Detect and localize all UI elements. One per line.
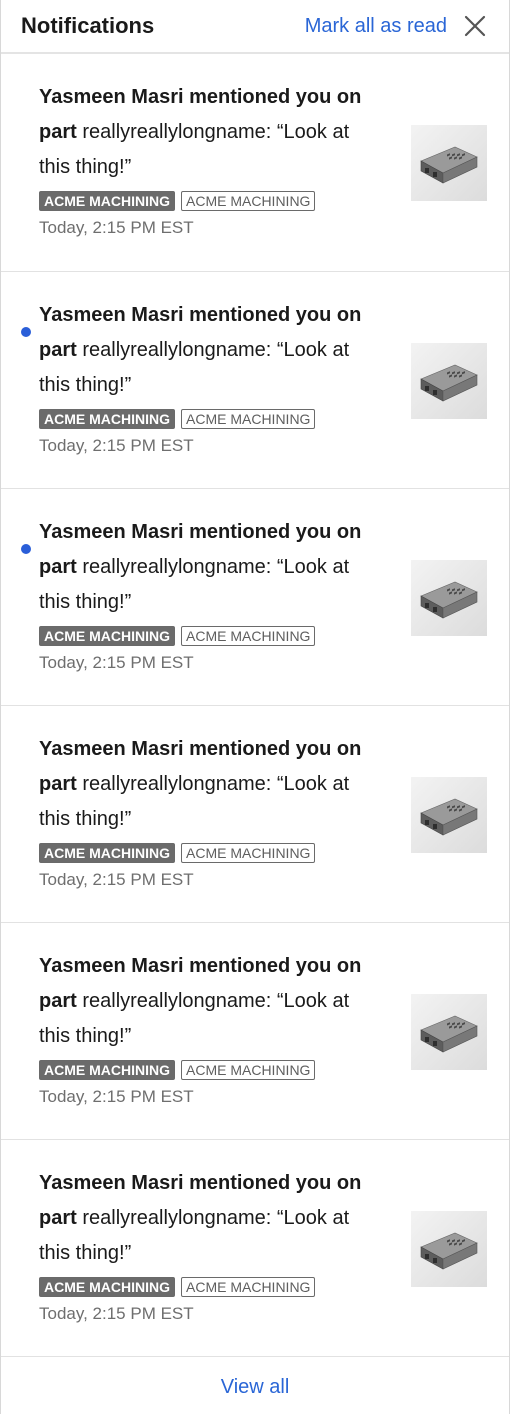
tag-badge: ACME MACHINING [181,626,316,646]
mark-all-as-read-button[interactable]: Mark all as read [305,15,447,38]
panel-title: Notifications [21,13,155,38]
notification-item[interactable]: Yasmeen Masri mentioned you on part real… [1,489,509,706]
notification-message: Yasmeen Masri mentioned you on part real… [39,298,384,403]
notification-actor-action: Yasmeen Masri mentioned you on [39,521,362,543]
notification-timestamp: Today, 2:15 PM EST [39,218,194,237]
tag-badge: ACME MACHINING [181,1277,316,1297]
tag-group: ACME MACHINING ACME MACHINING [39,1277,316,1297]
tag-group: ACME MACHINING ACME MACHINING [39,843,316,863]
tag-badge: ACME MACHINING [39,1060,175,1080]
notification-detail: reallyreallylongname: “Look at this thin… [39,773,350,830]
notification-timestamp: Today, 2:15 PM EST [39,436,194,455]
tag-badge: ACME MACHINING [39,409,175,429]
notification-actor-action: Yasmeen Masri mentioned you on [39,304,362,326]
notification-item[interactable]: Yasmeen Masri mentioned you on part real… [1,923,509,1140]
tag-group: ACME MACHINING ACME MACHINING [39,409,316,429]
notification-message: Yasmeen Masri mentioned you on part real… [39,949,384,1054]
notification-actor-action: Yasmeen Masri mentioned you on [39,955,362,977]
notification-timestamp: Today, 2:15 PM EST [39,870,194,889]
notification-timestamp: Today, 2:15 PM EST [39,1304,194,1323]
notification-object-type: part [39,339,77,361]
part-thumbnail [411,777,487,853]
notification-detail: reallyreallylongname: “Look at this thin… [39,556,350,613]
notification-actor-action: Yasmeen Masri mentioned you on [39,1172,362,1194]
part-thumbnail-icon [420,146,478,184]
notification-actor-action: Yasmeen Masri mentioned you on [39,738,362,760]
notification-timestamp: Today, 2:15 PM EST [39,1087,194,1106]
notification-object-type: part [39,556,77,578]
notification-message: Yasmeen Masri mentioned you on part real… [39,732,384,837]
part-thumbnail [411,1211,487,1287]
tag-badge: ACME MACHINING [39,1277,175,1297]
part-thumbnail-icon [420,1015,478,1053]
tag-group: ACME MACHINING ACME MACHINING [39,626,316,646]
notification-timestamp: Today, 2:15 PM EST [39,653,194,672]
part-thumbnail [411,125,487,201]
notification-message: Yasmeen Masri mentioned you on part real… [39,1166,384,1271]
tag-badge: ACME MACHINING [181,1060,316,1080]
notification-detail: reallyreallylongname: “Look at this thin… [39,1207,350,1264]
tag-badge: ACME MACHINING [39,626,175,646]
notification-object-type: part [39,121,77,143]
notifications-header: Notifications Mark all as read [1,0,509,54]
notification-detail: reallyreallylongname: “Look at this thin… [39,339,350,396]
notification-item[interactable]: Yasmeen Masri mentioned you on part real… [1,706,509,923]
part-thumbnail-icon [420,581,478,619]
close-button[interactable] [463,14,487,38]
notifications-panel: Notifications Mark all as read Yasmeen M… [0,0,510,1414]
tag-badge: ACME MACHINING [39,191,175,211]
notification-object-type: part [39,990,77,1012]
part-thumbnail [411,560,487,636]
tag-badge: ACME MACHINING [39,843,175,863]
notification-item[interactable]: Yasmeen Masri mentioned you on part real… [1,1140,509,1357]
tag-group: ACME MACHINING ACME MACHINING [39,191,316,211]
notification-list: Yasmeen Masri mentioned you on part real… [1,54,509,1357]
tag-group: ACME MACHINING ACME MACHINING [39,1060,316,1080]
notification-item[interactable]: Yasmeen Masri mentioned you on part real… [1,272,509,489]
notification-message: Yasmeen Masri mentioned you on part real… [39,80,384,185]
notification-detail: reallyreallylongname: “Look at this thin… [39,990,350,1047]
part-thumbnail [411,343,487,419]
part-thumbnail-icon [420,364,478,402]
notifications-footer: View all [1,1360,509,1414]
part-thumbnail [411,994,487,1070]
view-all-link[interactable]: View all [221,1376,290,1399]
notification-object-type: part [39,1207,77,1229]
unread-indicator [21,327,31,337]
part-thumbnail-icon [420,1232,478,1270]
unread-indicator [21,544,31,554]
close-icon [464,15,486,37]
tag-badge: ACME MACHINING [181,191,316,211]
notification-object-type: part [39,773,77,795]
notification-detail: reallyreallylongname: “Look at this thin… [39,121,350,178]
tag-badge: ACME MACHINING [181,843,316,863]
notification-actor-action: Yasmeen Masri mentioned you on [39,86,362,108]
notification-message: Yasmeen Masri mentioned you on part real… [39,515,384,620]
tag-badge: ACME MACHINING [181,409,316,429]
part-thumbnail-icon [420,798,478,836]
notification-item[interactable]: Yasmeen Masri mentioned you on part real… [1,54,509,272]
